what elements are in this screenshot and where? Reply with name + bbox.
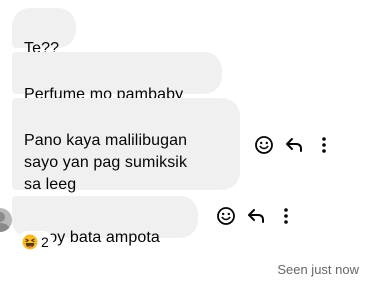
message-bubble[interactable]: Te?? xyxy=(12,8,76,57)
message-actions xyxy=(214,204,304,228)
message-bubble[interactable]: Perfume mo pambaby xyxy=(12,52,222,103)
reply-icon[interactable] xyxy=(244,204,268,228)
seen-status: Seen just now xyxy=(277,262,359,277)
reaction-badge[interactable]: 2 xyxy=(18,231,53,253)
reply-icon[interactable] xyxy=(282,133,306,157)
avatar[interactable] xyxy=(0,208,12,232)
react-smiley-icon[interactable] xyxy=(252,133,276,157)
message-bubble[interactable]: Pano kaya malilibugan sayo yan pag sumik… xyxy=(12,98,240,193)
more-dots-icon[interactable] xyxy=(312,133,336,157)
react-smiley-icon[interactable] xyxy=(214,204,238,228)
laughing-face-icon xyxy=(22,234,38,250)
more-dots-icon[interactable] xyxy=(274,204,298,228)
message-text: Pano kaya malilibugan sayo yan pag sumik… xyxy=(24,132,188,193)
reaction-count: 2 xyxy=(41,234,49,250)
message-actions xyxy=(252,133,342,157)
